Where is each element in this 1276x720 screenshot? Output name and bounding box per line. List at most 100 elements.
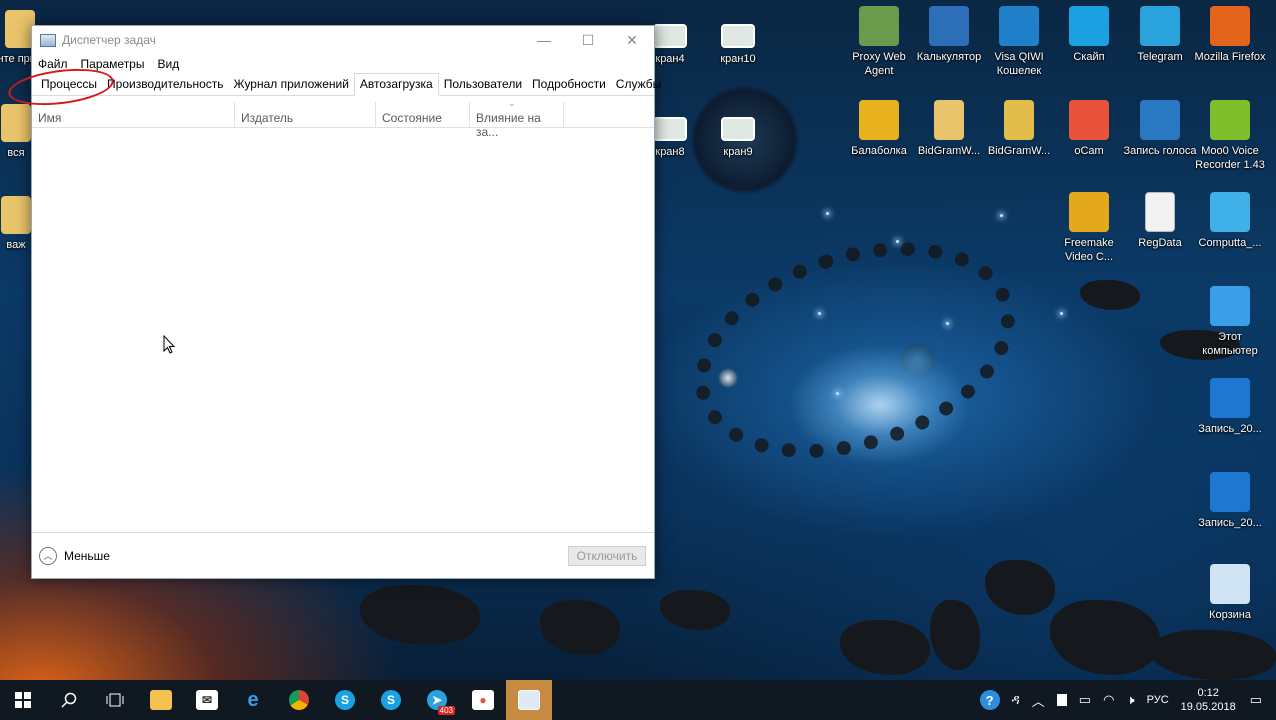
desktop-icon[interactable]: Скайп (1050, 6, 1128, 64)
desktop-icon[interactable]: BidGramW... (980, 100, 1058, 158)
desktop-icon[interactable]: Computta_... (1191, 192, 1269, 250)
minimize-button[interactable]: — (522, 26, 566, 54)
star (826, 212, 829, 215)
desktop-icon-screenshot[interactable]: кран10 (699, 24, 777, 66)
desktop-icon[interactable]: Visa QIWI Кошелек (980, 6, 1058, 78)
asteroid (930, 600, 980, 670)
desktop-icon[interactable]: Этот компьютер (1191, 286, 1269, 358)
menu-file[interactable]: Файл (38, 57, 68, 71)
windows-logo-icon (15, 692, 31, 708)
desktop-icon[interactable]: Запись_20... (1191, 378, 1269, 436)
desktop-icon[interactable]: RegData (1121, 192, 1199, 250)
desktop-icon[interactable]: Калькулятор (910, 6, 988, 64)
show-hidden-icons-chevron-icon[interactable]: ︿ (1032, 691, 1045, 710)
tray-app-icon[interactable] (1056, 694, 1067, 706)
edge-icon: e (247, 688, 259, 711)
volume-icon[interactable]: 🕨 (1126, 692, 1134, 708)
desktop-icon[interactable]: oCam (1050, 100, 1128, 158)
desktop-icon[interactable]: BidGramW... (910, 100, 988, 158)
maximize-button[interactable]: ☐ (566, 26, 610, 54)
desktop-icon-label: Freemake Video C... (1064, 237, 1114, 263)
desktop-icon-label: oCam (1074, 145, 1104, 157)
help-icon[interactable]: ? (979, 690, 1000, 710)
taskbar-skype-2[interactable]: S (368, 680, 414, 720)
desktop-icon-label: Proxy Web Agent (852, 51, 906, 77)
taskbar-explorer[interactable] (138, 680, 184, 720)
task-view-button[interactable] (92, 680, 138, 720)
desktop-icon-label: Скайп (1073, 51, 1105, 63)
column-publisher[interactable]: Издатель (235, 102, 376, 128)
star (1000, 214, 1003, 217)
taskbar-chrome[interactable] (276, 680, 322, 720)
desktop-icon[interactable]: Балаболка (840, 100, 918, 158)
desktop-icon[interactable]: Запись_20... (1191, 472, 1269, 530)
clock-date: 19.05.2018 (1180, 701, 1236, 713)
mail-icon: ✉ (196, 690, 218, 710)
desktop-icon[interactable]: Корзина (1191, 564, 1269, 622)
startup-list[interactable] (32, 128, 654, 525)
taskbar-edge[interactable]: e (230, 680, 276, 720)
chrome-icon (289, 690, 309, 710)
desktop-icon[interactable]: Запись голоса (1121, 100, 1199, 158)
mouse-cursor-icon (163, 335, 176, 354)
taskbar-skype[interactable]: S (322, 680, 368, 720)
start-button[interactable] (0, 680, 46, 720)
search-button[interactable] (46, 680, 92, 720)
taskbar-task-manager[interactable] (506, 680, 552, 720)
zip-folder-icon (1004, 100, 1034, 140)
desktop-icon-label: Этот компьютер (1202, 331, 1258, 357)
menu-view[interactable]: Вид (157, 57, 179, 71)
window-title: Диспетчер задач (62, 33, 156, 47)
desktop-icon[interactable]: Moo0 Voice Recorder 1.43 (1191, 100, 1269, 172)
wifi-icon[interactable]: ◠ (1103, 692, 1114, 708)
language-indicator[interactable]: РУС (1147, 694, 1169, 706)
battery-icon[interactable]: ▭ (1079, 692, 1091, 708)
chevron-up-icon[interactable]: ︿ (39, 546, 57, 565)
fewer-details-link[interactable]: Меньше (64, 549, 568, 563)
column-status[interactable]: Состояние (376, 102, 470, 128)
firefox-icon (1210, 6, 1250, 46)
tab-services[interactable]: Службы (611, 74, 666, 95)
tab-users[interactable]: Пользователи (439, 74, 527, 95)
tab-startup[interactable]: Автозагрузка (353, 73, 439, 96)
document-icon (1145, 192, 1175, 232)
taskbar-mail[interactable]: ✉ (184, 680, 230, 720)
folder-icon (1, 104, 31, 142)
column-startup-impact[interactable]: Влияние на за... (470, 102, 564, 139)
star (946, 322, 949, 325)
asteroid (985, 560, 1055, 615)
video-file-icon (1210, 378, 1250, 418)
desktop-icon[interactable]: Telegram (1121, 6, 1199, 64)
tab-performance[interactable]: Производительность (102, 74, 228, 95)
desktop-icon[interactable]: Proxy Web Agent (840, 6, 918, 78)
desktop-icon-label: кран9 (723, 146, 753, 158)
column-name[interactable]: Имя (32, 102, 235, 128)
taskbar-telegram[interactable]: ➤ 403 (414, 680, 460, 720)
desktop-icon[interactable]: Freemake Video C... (1050, 192, 1128, 264)
menu-options[interactable]: Параметры (81, 57, 145, 71)
freemake-icon (1069, 192, 1109, 232)
desktop-icon-label: BidGramW... (917, 145, 981, 157)
tab-strip: Процессы Производительность Журнал прило… (6, 63, 661, 111)
image-file-icon (721, 117, 755, 141)
task-manager-window: Диспетчер задач — ☐ ✕ Файл Параметры Вид… (6, 25, 661, 579)
folder-icon (1, 196, 31, 234)
desktop-icon[interactable]: Mozilla Firefox (1191, 6, 1269, 64)
clock[interactable]: 0:12 19.05.2018 (1181, 686, 1236, 714)
taskbar-ocam[interactable]: ● (460, 680, 506, 720)
desktop-icon-screenshot[interactable]: кран9 (699, 117, 777, 159)
search-icon (61, 692, 77, 708)
people-icon[interactable]: ዳ (1012, 692, 1020, 708)
asteroid (360, 585, 480, 645)
tab-processes[interactable]: Процессы (36, 74, 102, 95)
folder-icon (150, 690, 172, 710)
smiley-icon (859, 100, 899, 140)
star (818, 312, 821, 315)
disable-button[interactable]: Отключить (568, 545, 646, 566)
title-bar[interactable]: Диспетчер задач — ☐ ✕ (32, 26, 654, 54)
tab-details[interactable]: Подробности (527, 74, 611, 95)
tab-app-history[interactable]: Журнал приложений (229, 74, 354, 95)
close-button[interactable]: ✕ (610, 26, 654, 54)
action-center-icon[interactable]: ▭ (1250, 692, 1262, 708)
window-footer: ︿ Меньше Отключить (32, 532, 654, 578)
